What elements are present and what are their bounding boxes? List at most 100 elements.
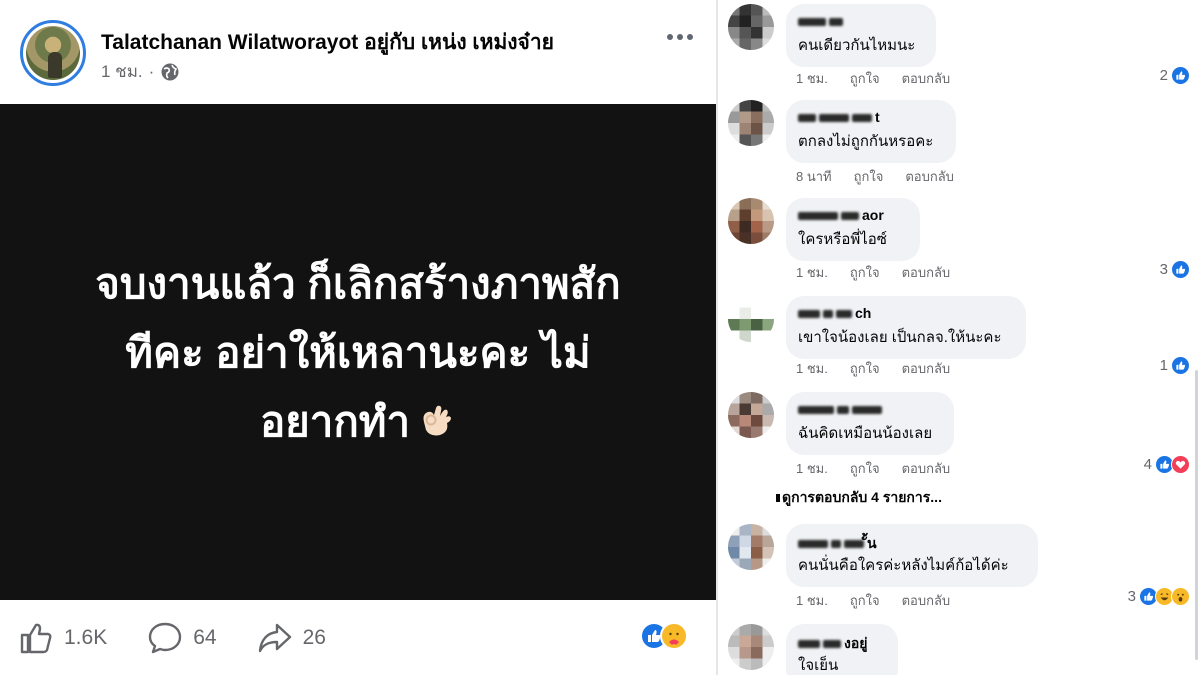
post-time[interactable]: 1 ชม. bbox=[101, 58, 143, 85]
commenter-avatar[interactable] bbox=[728, 100, 774, 146]
like-mini-icon bbox=[1171, 66, 1190, 85]
pixelated-avatar bbox=[728, 524, 774, 570]
care-reaction-icon bbox=[660, 622, 688, 650]
commenter-avatar[interactable] bbox=[728, 296, 774, 342]
reaction-summary[interactable] bbox=[640, 622, 688, 650]
comment-like-link[interactable]: ถูกใจ bbox=[850, 68, 880, 89]
commenter-avatar[interactable] bbox=[728, 524, 774, 570]
tagged-with[interactable]: อยู่กับ เหน่ง เหม่งจ๋าย bbox=[364, 31, 554, 54]
like-mini-icon bbox=[1171, 260, 1190, 279]
comment-reply-link[interactable]: ตอบกลับ bbox=[902, 68, 951, 89]
pixelated-avatar bbox=[728, 296, 774, 342]
comment-reaction-count[interactable]: 1 bbox=[1160, 356, 1190, 375]
post-actions: 1.6K 64 26 bbox=[0, 600, 716, 675]
comment-reaction-count[interactable]: 2 bbox=[1160, 66, 1190, 85]
commenter-name-blurred[interactable]: aor bbox=[798, 207, 908, 225]
wow-mini-icon bbox=[1171, 587, 1190, 606]
reaction-count: 1 bbox=[1159, 357, 1168, 374]
comment-bubble: งอยู่ ใจเย็น bbox=[786, 624, 898, 675]
reaction-count: 3 bbox=[1159, 261, 1168, 278]
like-action[interactable]: 1.6K bbox=[18, 620, 107, 656]
post-meta: 1 ชม. · bbox=[101, 58, 180, 85]
author-avatar[interactable] bbox=[20, 20, 86, 86]
see-replies-link[interactable]: ดูการตอบกลับ 4 รายการ... bbox=[776, 487, 942, 509]
post-card: Talatchanan Wilatworayot อยู่กับ เหน่ง เ… bbox=[0, 0, 716, 675]
see-replies-label: ดูการตอบกลับ 4 รายการ... bbox=[782, 489, 942, 505]
comment-time[interactable]: 1 ชม. bbox=[796, 458, 828, 479]
comment-reaction-count[interactable]: 4 bbox=[1144, 455, 1190, 474]
avatar-image bbox=[26, 26, 80, 80]
share-action[interactable]: 26 bbox=[257, 620, 326, 656]
commenter-name-blurred[interactable]: t bbox=[798, 109, 944, 127]
comment-text: ใจเย็น bbox=[798, 657, 839, 674]
pixelated-avatar bbox=[728, 100, 774, 146]
post-text-line-last: อยากทำ bbox=[38, 387, 678, 456]
comment-bubble: ฉันคิดเหมือนน้องเลย bbox=[786, 392, 954, 455]
comment-reply-link[interactable]: ตอบกลับ bbox=[902, 590, 951, 611]
comments-scrollbar[interactable] bbox=[1195, 370, 1198, 660]
comment-reply-link[interactable]: ตอบกลับ bbox=[905, 166, 954, 187]
commenter-avatar[interactable] bbox=[728, 392, 774, 438]
name-suffix: งอยู่ bbox=[844, 635, 868, 651]
comment-action[interactable]: 64 bbox=[147, 620, 217, 656]
more-options-button[interactable] bbox=[660, 22, 700, 52]
comment-text: ฉันคิดเหมือนน้องเลย bbox=[798, 425, 933, 442]
reaction-count: 3 bbox=[1127, 588, 1136, 605]
post-image[interactable]: จบงานแล้ว ก็เลิกสร้างภาพสัก ทีคะ อย่าให้… bbox=[0, 104, 716, 600]
commenter-name-blurred[interactable]: ั้น bbox=[798, 533, 1026, 551]
dot-icon bbox=[677, 34, 683, 40]
comment-reaction-count[interactable]: 3 bbox=[1128, 587, 1190, 606]
dot-icon bbox=[667, 34, 673, 40]
comment-reaction-count[interactable]: 3 bbox=[1160, 260, 1190, 279]
comment-text: ตกลงไม่ถูกกันหรอคะ bbox=[798, 133, 934, 150]
post-header: Talatchanan Wilatworayot อยู่กับ เหน่ง เ… bbox=[0, 0, 716, 104]
comment-like-link[interactable]: ถูกใจ bbox=[850, 590, 880, 611]
comment-time[interactable]: 1 ชม. bbox=[796, 68, 828, 89]
comment-time[interactable]: 1 ชม. bbox=[796, 262, 828, 283]
post-image-text: จบงานแล้ว ก็เลิกสร้างภาพสัก ทีคะ อย่าให้… bbox=[38, 249, 678, 456]
commenter-name-blurred[interactable]: งอยู่ bbox=[798, 633, 886, 651]
comment-like-link[interactable]: ถูกใจ bbox=[854, 166, 884, 187]
comment-like-link[interactable]: ถูกใจ bbox=[850, 358, 880, 379]
commenter-name-blurred[interactable]: ch bbox=[798, 305, 1014, 323]
comment-reply-link[interactable]: ตอบกลับ bbox=[902, 458, 951, 479]
like-count: 1.6K bbox=[64, 625, 108, 649]
pixelated-avatar bbox=[728, 198, 774, 244]
dot-icon bbox=[687, 34, 693, 40]
post-text-line: จบงานแล้ว ก็เลิกสร้างภาพสัก bbox=[95, 259, 621, 307]
reaction-count: 2 bbox=[1159, 67, 1168, 84]
comment-time[interactable]: 1 ชม. bbox=[796, 358, 828, 379]
comments-panel: คนเดียวกันไหมนะ 1 ชม. ถูกใจ ตอบกลับ 2 t … bbox=[716, 0, 1200, 675]
comment-reply-link[interactable]: ตอบกลับ bbox=[902, 358, 951, 379]
comment-count: 64 bbox=[193, 625, 217, 649]
commenter-avatar[interactable] bbox=[728, 4, 774, 50]
share-count: 26 bbox=[302, 625, 326, 649]
commenter-name-blurred[interactable] bbox=[798, 401, 942, 419]
comment-bubble: aor ใครหรือพี่ไอซ์ bbox=[786, 198, 920, 261]
author-name[interactable]: Talatchanan Wilatworayot bbox=[101, 31, 358, 54]
pixelated-avatar bbox=[728, 4, 774, 50]
comment-like-link[interactable]: ถูกใจ bbox=[850, 262, 880, 283]
comment-meta: 1 ชม. ถูกใจ ตอบกลับ bbox=[796, 68, 950, 89]
comment-time[interactable]: 8 นาที bbox=[796, 166, 832, 187]
comment-text: เขาใจน้องเลย เป็นกลจ.ให้นะคะ bbox=[798, 329, 1002, 346]
commenter-name-blurred[interactable] bbox=[798, 13, 924, 31]
comment-meta: 1 ชม. ถูกใจ ตอบกลับ bbox=[796, 458, 950, 479]
comment-bubble: ch เขาใจน้องเลย เป็นกลจ.ให้นะคะ bbox=[786, 296, 1026, 359]
comment-reply-link[interactable]: ตอบกลับ bbox=[902, 262, 951, 283]
heart-mini-icon bbox=[1171, 455, 1190, 474]
comment-bubble: ั้น คนนั่นคือใครค่ะหลังไมค์ก้อได้ค่ะ bbox=[786, 524, 1038, 587]
comment-meta: 1 ชม. ถูกใจ ตอบกลับ bbox=[796, 358, 950, 379]
commenter-avatar[interactable] bbox=[728, 198, 774, 244]
like-mini-icon bbox=[1171, 356, 1190, 375]
post-text-line: ทีคะ อย่าให้เหลานะคะ ไม่ bbox=[125, 328, 591, 376]
comment-time[interactable]: 1 ชม. bbox=[796, 590, 828, 611]
comment-meta: 1 ชม. ถูกใจ ตอบกลับ bbox=[796, 262, 950, 283]
comment-like-link[interactable]: ถูกใจ bbox=[850, 458, 880, 479]
share-arrow-icon bbox=[258, 623, 291, 652]
comment-bubble: คนเดียวกันไหมนะ bbox=[786, 4, 936, 67]
commenter-avatar[interactable] bbox=[728, 624, 774, 670]
name-suffix: aor bbox=[862, 207, 884, 223]
comment-text: คนเดียวกันไหมนะ bbox=[798, 37, 916, 54]
comment-text: คนนั่นคือใครค่ะหลังไมค์ก้อได้ค่ะ bbox=[798, 557, 1009, 574]
